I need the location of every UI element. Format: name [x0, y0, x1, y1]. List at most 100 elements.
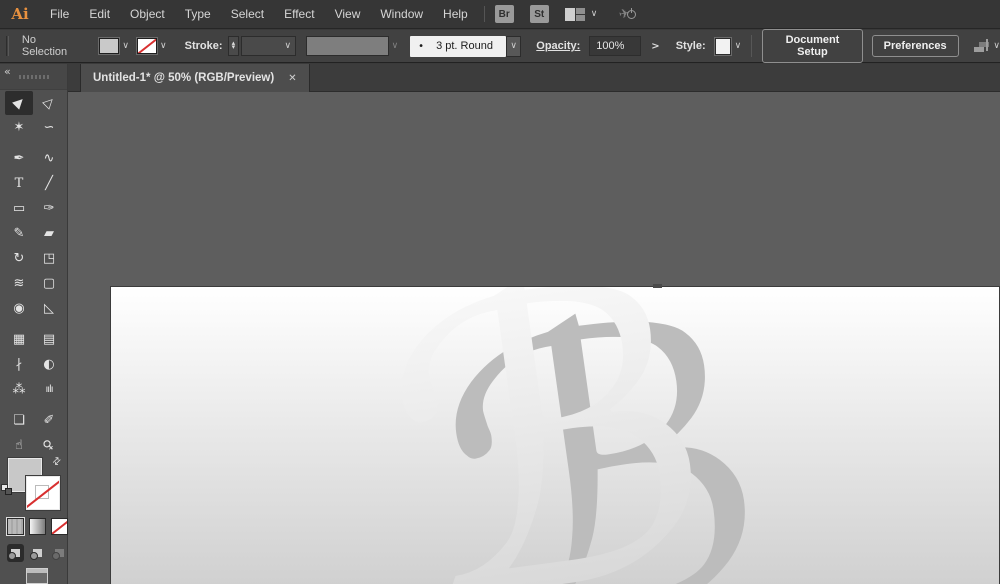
artboard-tool[interactable]: ❏ [5, 409, 33, 433]
stroke-weight-stepper[interactable]: ▴ ▾ [227, 36, 240, 56]
artboard-handle[interactable] [653, 284, 662, 288]
document-tab[interactable]: Untitled-1* @ 50% (RGB/Preview) ✕ [80, 64, 310, 92]
lasso-tool[interactable]: ∽ [35, 116, 63, 140]
tools-panel: « ▶ ▷ ✶ ∽ ✒ ∿ T ╱ ▭ ✑ ✎ ▰ ↻ ◳ ≋ ▢ ◉ ◺ ▦ … [0, 64, 68, 584]
collapse-panel-icon[interactable]: « [4, 65, 11, 78]
workspace-pane-right [576, 7, 585, 21]
menu-view[interactable]: View [325, 1, 371, 27]
width-tool[interactable]: ≋ [5, 272, 33, 296]
opacity-input[interactable]: 100% [589, 36, 642, 56]
pen-tool-icon: ✒ [13, 151, 25, 166]
stroke-weight-dropdown[interactable]: ∨ [241, 36, 297, 56]
direct-selection-tool-icon: ▷ [40, 93, 58, 112]
workspace-pane-left [564, 7, 576, 21]
draw-behind-button[interactable] [29, 544, 46, 562]
draw-inside-button[interactable] [51, 544, 68, 562]
opacity-expand-icon[interactable]: > [645, 41, 665, 52]
menu-effect[interactable]: Effect [274, 1, 324, 27]
artboard[interactable]: ℬ ℬ [110, 286, 1000, 584]
brush-preset-chevron[interactable]: ∨ [506, 35, 522, 57]
mesh-tool[interactable]: ▦ [5, 328, 33, 352]
scale-tool[interactable]: ◳ [35, 247, 63, 271]
tab-close-icon[interactable]: ✕ [288, 73, 296, 84]
document-tab-title: Untitled-1* @ 50% (RGB/Preview) [93, 72, 275, 84]
rotate-tool[interactable]: ↻ [5, 247, 33, 271]
letter-b-highlight: ℬ [362, 287, 738, 584]
screen-mode-button[interactable] [26, 568, 48, 584]
menu-edit[interactable]: Edit [79, 1, 120, 27]
menu-object[interactable]: Object [120, 1, 175, 27]
default-fill-stroke-icon[interactable] [1, 484, 13, 496]
symbol-sprayer-tool[interactable]: ⁂ [5, 378, 33, 402]
blend-tool-icon: ◐ [43, 357, 55, 372]
stock-button[interactable]: St [529, 5, 549, 23]
rotate-tool-icon: ↻ [13, 251, 25, 266]
stroke-none-chip [137, 38, 158, 54]
arrange-documents-icon[interactable] [973, 39, 990, 53]
gradient-button[interactable] [29, 518, 46, 535]
lasso-tool-icon: ∽ [43, 120, 55, 135]
menu-help[interactable]: Help [433, 1, 478, 27]
magic-wand-tool-icon: ✶ [13, 120, 25, 135]
slice-tool[interactable]: ✐ [35, 409, 63, 433]
stroke-color-swatch[interactable] [26, 476, 60, 510]
eyedropper-tool-icon: ∤ [15, 357, 23, 372]
menu-window[interactable]: Window [370, 1, 433, 27]
perspective-grid-tool[interactable]: ◺ [35, 297, 63, 321]
brush-preset-dropdown[interactable]: • 3 pt. Round [410, 35, 507, 57]
type-tool[interactable]: T [5, 172, 33, 196]
style-chevron-icon[interactable]: ∨ [735, 41, 742, 51]
stroke-color-dropdown[interactable]: ∨ [137, 38, 167, 54]
gradient-tool-icon: ▤ [42, 332, 56, 347]
column-graph-tool[interactable]: ıılı [35, 378, 63, 402]
document-setup-button[interactable]: Document Setup [762, 29, 863, 63]
zoom-tool[interactable]: ♀ [35, 434, 63, 458]
pen-tool[interactable]: ✒ [5, 147, 33, 171]
menu-type[interactable]: Type [175, 1, 221, 27]
brush-preview-chevron-icon[interactable]: ∨ [392, 41, 399, 51]
letter-b-artwork: ℬ ℬ [362, 287, 792, 584]
menu-select[interactable]: Select [221, 1, 274, 27]
control-bar-grip[interactable] [6, 36, 9, 56]
fill-swatch-chip [99, 38, 120, 54]
paintbrush-tool[interactable]: ✑ [35, 197, 63, 221]
eraser-tool[interactable]: ▰ [35, 222, 63, 246]
blend-tool[interactable]: ◐ [35, 353, 63, 377]
curvature-tool[interactable]: ∿ [35, 147, 63, 171]
menu-file[interactable]: File [40, 1, 79, 27]
none-button[interactable] [51, 518, 68, 535]
workspace-chevron-icon[interactable]: ∨ [591, 9, 598, 19]
color-button[interactable] [7, 518, 24, 535]
selection-tool[interactable]: ▶ [5, 90, 33, 115]
shape-builder-tool[interactable]: ◉ [5, 297, 33, 321]
stroke-weight-chevron-icon: ∨ [284, 40, 292, 51]
swap-fill-stroke-icon[interactable]: ⇄ [50, 455, 64, 469]
stepper-down-icon[interactable]: ▾ [232, 44, 236, 51]
sync-status-icon[interactable]: ✈ [618, 6, 637, 22]
control-bar-divider [751, 35, 753, 57]
panel-grip[interactable] [19, 75, 49, 79]
column-graph-tool-icon: ıılı [45, 383, 53, 395]
style-swatch[interactable] [714, 37, 731, 55]
pencil-tool[interactable]: ✎ [5, 222, 33, 246]
eyedropper-tool[interactable]: ∤ [5, 353, 33, 377]
fill-color-dropdown[interactable]: ∨ [99, 38, 129, 54]
workspace-switcher-icon[interactable] [564, 7, 585, 21]
canvas-area[interactable]: ℬ ℬ [68, 92, 1000, 584]
arrange-chevron-icon[interactable]: ∨ [993, 41, 1000, 51]
stroke-chevron-icon: ∨ [160, 40, 167, 51]
draw-normal-button[interactable] [7, 544, 24, 562]
magic-wand-tool[interactable]: ✶ [5, 116, 33, 140]
direct-selection-tool[interactable]: ▷ [35, 91, 63, 115]
rectangle-tool[interactable]: ▭ [5, 197, 33, 221]
free-transform-tool[interactable]: ▢ [35, 272, 63, 296]
bridge-button[interactable]: Br [494, 5, 514, 23]
tools-panel-header: « [0, 64, 67, 90]
brush-definition-preview[interactable] [306, 36, 389, 56]
preferences-button[interactable]: Preferences [871, 35, 959, 57]
hand-tool[interactable]: ☝ [5, 434, 33, 458]
opacity-label[interactable]: Opacity: [536, 40, 580, 52]
symbol-sprayer-tool-icon: ⁂ [12, 382, 26, 397]
gradient-tool[interactable]: ▤ [35, 328, 63, 352]
line-segment-tool[interactable]: ╱ [35, 172, 63, 196]
